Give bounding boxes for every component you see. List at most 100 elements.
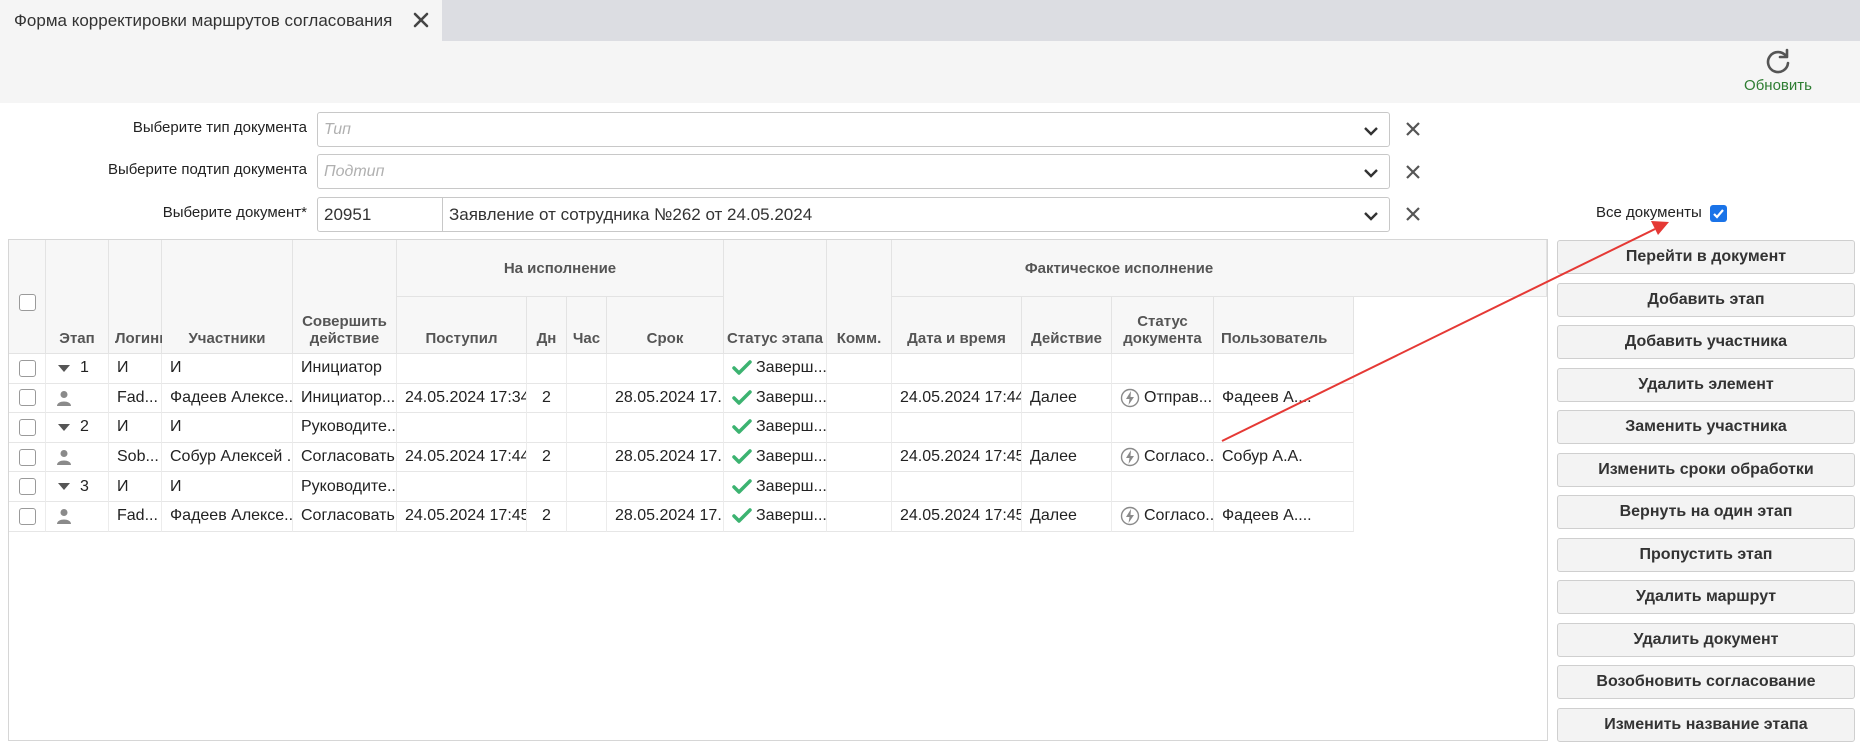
clear-doc-type-icon[interactable] — [1403, 119, 1423, 139]
grid-cell-hours[interactable] — [567, 472, 607, 502]
row-checkbox[interactable] — [18, 478, 36, 496]
grid-cell-stage-status[interactable]: Заверш... — [724, 413, 827, 443]
grid-cell-user[interactable] — [1214, 413, 1354, 443]
row-checkbox[interactable] — [18, 389, 36, 407]
grid-cell-participant[interactable]: Фадеев Алексе... — [162, 502, 293, 532]
header-days[interactable]: Дн — [527, 297, 567, 354]
tab-route-correction-form[interactable]: Форма корректировки маршрутов согласован… — [0, 0, 442, 41]
grid-cell-user[interactable]: Фадеев А.... — [1214, 383, 1354, 414]
grid-cell-deadline[interactable] — [607, 354, 724, 384]
grid-cell-action[interactable]: Согласовать — [293, 502, 397, 532]
grid-cell-days[interactable] — [527, 354, 567, 384]
grid-cell-doc-status[interactable] — [1112, 413, 1214, 443]
grid-cell-datetime[interactable] — [892, 354, 1022, 384]
grid-cell-login[interactable]: Fad... — [109, 502, 162, 532]
grid-cell-received[interactable]: 24.05.2024 17:44 — [397, 442, 527, 473]
grid-cell-received[interactable]: 24.05.2024 17:45 — [397, 502, 527, 532]
grid-cell-login[interactable]: Sob... — [109, 442, 162, 473]
grid-cell-comment[interactable] — [827, 442, 892, 473]
doc-subtype-select[interactable]: Подтип — [317, 154, 1390, 189]
grid-cell-doc-status[interactable]: Согласо... — [1112, 502, 1214, 532]
side-button-5[interactable]: Заменить участника — [1557, 410, 1855, 444]
grid-cell-user[interactable]: Собур А.А. — [1214, 442, 1354, 473]
grid-cell-stage-status[interactable]: Заверш... — [724, 442, 827, 473]
grid-cell-hours[interactable] — [567, 413, 607, 443]
grid-cell-hours[interactable] — [567, 383, 607, 414]
document-id-field[interactable]: 20951 — [317, 197, 443, 232]
header-stage[interactable]: Этап — [46, 240, 109, 354]
grid-cell-deadline[interactable] — [607, 472, 724, 502]
doc-type-select[interactable]: Тип — [317, 112, 1390, 147]
grid-cell-comment[interactable] — [827, 383, 892, 414]
grid-cell-cb[interactable] — [9, 383, 46, 414]
grid-cell-stage-status[interactable]: Заверш... — [724, 472, 827, 502]
grid-cell-received[interactable] — [397, 472, 527, 502]
row-checkbox[interactable] — [18, 418, 36, 436]
grid-cell-datetime[interactable] — [892, 472, 1022, 502]
side-button-2[interactable]: Добавить этап — [1557, 282, 1855, 317]
grid-cell-action[interactable]: Руководите... — [293, 472, 397, 502]
grid-cell-received[interactable] — [397, 354, 527, 384]
row-checkbox[interactable] — [18, 448, 36, 466]
grid-cell-doc-status[interactable]: Отправ... — [1112, 383, 1214, 414]
select-all-checkbox[interactable] — [18, 294, 36, 311]
grid-cell-days[interactable] — [527, 413, 567, 443]
grid-cell-comment[interactable] — [827, 472, 892, 502]
header-deadline[interactable]: Срок — [607, 297, 724, 354]
grid-cell-action[interactable]: Согласовать — [293, 442, 397, 473]
grid-cell-act[interactable]: Далее — [1022, 383, 1112, 414]
grid-cell-user[interactable] — [1214, 472, 1354, 502]
grid-cell-stage[interactable]: 3 — [46, 472, 109, 502]
grid-cell-doc-status[interactable] — [1112, 354, 1214, 384]
grid-cell-login[interactable]: И — [109, 472, 162, 502]
side-button-1[interactable]: Перейти в документ — [1557, 240, 1855, 274]
expand-triangle-icon[interactable] — [58, 364, 70, 372]
grid-cell-comment[interactable] — [827, 502, 892, 532]
header-datetime[interactable]: Дата и время — [892, 297, 1022, 354]
grid-cell-stage[interactable]: 1 — [46, 354, 109, 384]
grid-cell-act[interactable] — [1022, 354, 1112, 384]
grid-cell-participant[interactable]: И — [162, 354, 293, 384]
grid-cell-days[interactable]: 2 — [527, 502, 567, 532]
header-comment[interactable]: Комм. — [827, 240, 892, 354]
grid-cell-stage-status[interactable]: Заверш... — [724, 383, 827, 414]
grid-cell-received[interactable]: 24.05.2024 17:34 — [397, 383, 527, 414]
grid-cell-days[interactable]: 2 — [527, 383, 567, 414]
header-stage-status[interactable]: Статус этапа — [724, 240, 827, 354]
grid-cell-deadline[interactable]: 28.05.2024 17... — [607, 442, 724, 473]
grid-cell-login[interactable]: Fad... — [109, 383, 162, 414]
side-button-10[interactable]: Удалить документ — [1557, 622, 1855, 657]
side-button-7[interactable]: Вернуть на один этап — [1557, 495, 1855, 529]
header-participants[interactable]: Участники — [162, 240, 293, 354]
grid-cell-user[interactable] — [1214, 354, 1354, 384]
grid-cell-received[interactable] — [397, 413, 527, 443]
side-button-12[interactable]: Изменить название этапа — [1557, 707, 1855, 742]
grid-cell-act[interactable]: Далее — [1022, 442, 1112, 473]
grid-cell-login[interactable]: И — [109, 413, 162, 443]
clear-doc-subtype-icon[interactable] — [1403, 162, 1423, 182]
grid-cell-cb[interactable] — [9, 442, 46, 473]
header-login[interactable]: Логины — [109, 240, 172, 354]
grid-cell-user[interactable]: Фадеев А.... — [1214, 502, 1354, 532]
grid-cell-datetime[interactable]: 24.05.2024 17:45 — [892, 442, 1022, 473]
grid-cell-participant[interactable]: Собур Алексей ... — [162, 442, 293, 473]
side-button-6[interactable]: Изменить сроки обработки — [1557, 452, 1855, 487]
grid-cell-stage-status[interactable]: Заверш... — [724, 354, 827, 384]
grid-cell-comment[interactable] — [827, 354, 892, 384]
grid-cell-stage[interactable]: 2 — [46, 413, 109, 443]
side-button-11[interactable]: Возобновить согласование — [1557, 665, 1855, 699]
grid-cell-stage-status[interactable]: Заверш... — [724, 502, 827, 532]
grid-cell-participant[interactable]: И — [162, 472, 293, 502]
grid-cell-act[interactable]: Далее — [1022, 502, 1112, 532]
side-button-4[interactable]: Удалить элемент — [1557, 367, 1855, 402]
grid-cell-cb[interactable] — [9, 413, 46, 443]
grid-cell-datetime[interactable] — [892, 413, 1022, 443]
grid-cell-participant[interactable]: Фадеев Алексе... — [162, 383, 293, 414]
refresh-button[interactable]: Обновить — [1738, 47, 1818, 99]
grid-cell-hours[interactable] — [567, 442, 607, 473]
close-icon[interactable] — [410, 9, 432, 31]
all-documents-checkbox[interactable] — [1710, 205, 1727, 222]
grid-cell-days[interactable] — [527, 472, 567, 502]
header-user[interactable]: Пользователь — [1214, 297, 1354, 354]
header-doc-status[interactable]: Статус документа — [1112, 297, 1214, 354]
